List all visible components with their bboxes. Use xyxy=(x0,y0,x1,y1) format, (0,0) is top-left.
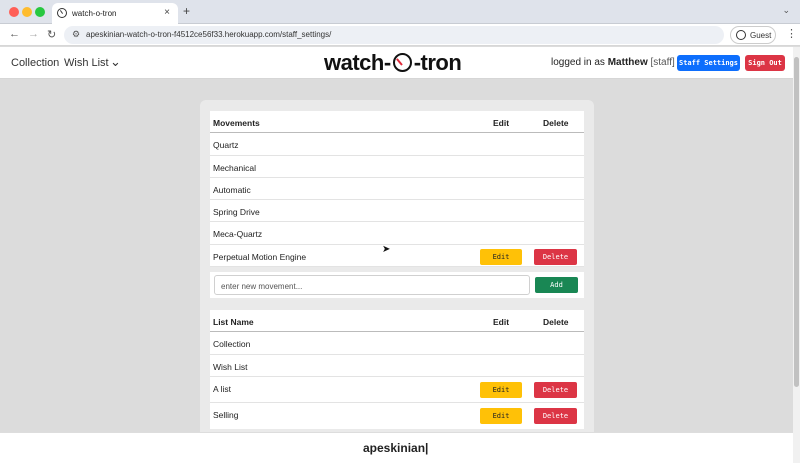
table-row: Collection xyxy=(210,332,584,355)
delete-movement-button[interactable]: Delete xyxy=(534,248,577,265)
browser-toolbar: ← → ↻ ⚙ apeskinian-watch-o-tron-f4512ce5… xyxy=(0,24,800,46)
tab-title: watch-o-tron xyxy=(72,9,117,18)
edit-list-button[interactable]: Edit xyxy=(480,381,522,398)
profile-button[interactable]: Guest xyxy=(730,26,776,44)
column-header: List Name xyxy=(213,317,254,327)
mouse-cursor-icon: ➤ xyxy=(382,244,391,255)
column-header: Delete xyxy=(543,118,569,128)
table-row: Automatic xyxy=(210,178,584,201)
list-name: Selling xyxy=(213,409,239,420)
site-settings-icon[interactable]: ⚙ xyxy=(72,29,80,40)
nav-collection-link[interactable]: Collection xyxy=(11,57,59,69)
list-name: Collection xyxy=(213,339,251,350)
site-header: Collection Wish List ⌄ watch- -tron logge… xyxy=(0,47,793,79)
table-row: Spring Drive xyxy=(210,200,584,223)
username: Matthew xyxy=(607,57,648,68)
watch-dial-icon xyxy=(392,53,412,72)
tab-search-icon[interactable]: ⌄ xyxy=(782,5,790,16)
column-header: Movements xyxy=(213,118,260,128)
logo-text-right: -tron xyxy=(413,50,462,75)
maximize-window-button[interactable] xyxy=(35,7,45,17)
table-row: A list Edit Delete xyxy=(210,377,584,403)
url-text: apeskinian-watch-o-tron-f4512ce56f33.her… xyxy=(86,30,332,39)
edit-list-button[interactable]: Edit xyxy=(480,407,522,424)
movement-name: Spring Drive xyxy=(213,207,260,218)
user-role: [staff] xyxy=(650,57,675,68)
table-row: Perpetual Motion Engine Edit Delete xyxy=(210,245,584,268)
profile-icon xyxy=(736,30,746,40)
browser-menu-icon[interactable]: ⋮ xyxy=(786,27,797,40)
delete-list-button[interactable]: Delete xyxy=(534,381,577,398)
add-movement-row: enter new movement... Add xyxy=(210,272,584,298)
nav-wish-list-link[interactable]: Wish List xyxy=(64,57,109,69)
site-logo[interactable]: watch- -tron xyxy=(324,50,462,76)
table-row: Wish List xyxy=(210,355,584,377)
table-row: Quartz xyxy=(210,133,584,156)
forward-icon[interactable]: → xyxy=(28,28,39,40)
logged-in-status: logged in as Matthew [staff] xyxy=(551,57,675,68)
address-bar[interactable]: ⚙ apeskinian-watch-o-tron-f4512ce56f33.h… xyxy=(64,26,724,44)
watch-favicon-icon xyxy=(57,8,67,18)
movement-name: Mechanical xyxy=(213,162,256,173)
page-scrollbar[interactable] xyxy=(793,47,800,463)
profile-label: Guest xyxy=(750,31,772,40)
edit-movement-button[interactable]: Edit xyxy=(480,248,522,265)
table-row: Mechanical xyxy=(210,156,584,178)
new-movement-input[interactable]: enter new movement... xyxy=(214,275,530,295)
table-header-row: Movements Edit Delete xyxy=(210,111,584,134)
list-name: Wish List xyxy=(213,361,248,372)
scrollbar-thumb[interactable] xyxy=(794,57,799,387)
movement-name: Perpetual Motion Engine xyxy=(213,251,307,262)
list-name: A list xyxy=(213,383,231,394)
typed-text: apeskinian| xyxy=(363,441,429,455)
reload-icon[interactable]: ↻ xyxy=(47,28,56,41)
column-header: Edit xyxy=(493,317,510,327)
column-header: Edit xyxy=(493,118,510,128)
staff-settings-button[interactable]: Staff Settings xyxy=(677,55,740,71)
movements-table: Movements Edit Delete Quartz Mechanical … xyxy=(210,111,584,268)
logged-in-prefix: logged in as xyxy=(551,57,605,68)
new-tab-icon[interactable]: + xyxy=(183,4,190,18)
browser-window: watch-o-tron × + ⌄ ← → ↻ ⚙ apeskinian-wa… xyxy=(0,0,800,463)
typing-overlay-bar: apeskinian| xyxy=(0,432,793,463)
movement-name: Automatic xyxy=(213,184,251,195)
back-icon[interactable]: ← xyxy=(9,28,20,40)
browser-tab[interactable]: watch-o-tron × xyxy=(52,3,178,24)
delete-list-button[interactable]: Delete xyxy=(534,407,577,424)
movement-name: Meca-Quartz xyxy=(213,229,263,240)
lists-table: List Name Edit Delete Collection Wish Li… xyxy=(210,310,584,429)
column-header: Delete xyxy=(543,317,569,327)
sign-out-button[interactable]: Sign Out xyxy=(745,55,785,71)
minimize-window-button[interactable] xyxy=(22,7,32,17)
table-header-row: List Name Edit Delete xyxy=(210,310,584,333)
tab-strip: watch-o-tron × + ⌄ xyxy=(0,0,800,24)
movement-name: Quartz xyxy=(213,140,239,151)
table-row: Selling Edit Delete xyxy=(210,403,584,429)
add-movement-button[interactable]: Add xyxy=(535,277,578,293)
tab-close-icon[interactable]: × xyxy=(164,7,170,18)
nav-dropdown-icon[interactable]: ⌄ xyxy=(110,54,121,70)
logo-text-left: watch- xyxy=(324,50,391,75)
table-row: Meca-Quartz xyxy=(210,222,584,245)
close-window-button[interactable] xyxy=(9,7,19,17)
